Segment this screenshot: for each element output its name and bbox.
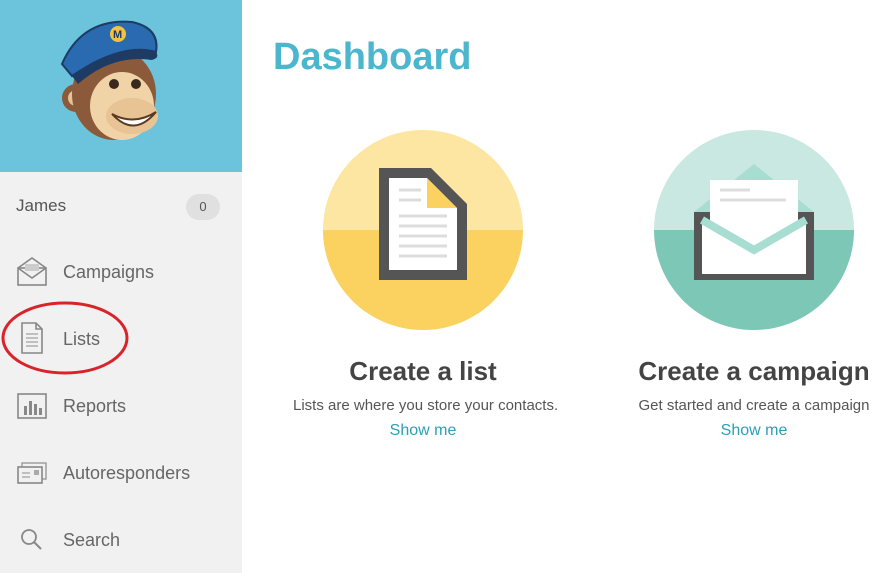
open-envelope-icon[interactable] <box>654 130 854 330</box>
sidebar-item-label: Search <box>63 530 121 550</box>
card-title: Create a list <box>349 356 497 386</box>
chimp-mascot-logo[interactable]: M <box>52 14 172 150</box>
sidebar: M James 0 Campaigns Lists Reports Autore… <box>0 0 242 573</box>
sidebar-item-search[interactable]: Search <box>0 512 242 568</box>
search-icon <box>21 529 42 550</box>
notification-badge[interactable]: 0 <box>186 194 220 220</box>
sidebar-item-label: Reports <box>63 396 127 416</box>
document-icon <box>21 322 43 354</box>
sidebar-item-lists[interactable]: Lists <box>0 311 242 367</box>
card-description: Get started and create a campaign <box>638 397 870 414</box>
sidebar-item-label: Campaigns <box>63 262 155 282</box>
sidebar-item-label: Autoresponders <box>63 463 191 483</box>
bar-chart-icon <box>17 393 47 419</box>
card-description: Lists are where you store your contacts. <box>293 397 559 414</box>
sidebar-item-campaigns[interactable]: Campaigns <box>0 244 242 300</box>
user-row[interactable]: James 0 <box>0 172 242 236</box>
sidebar-item-label: Lists <box>63 329 101 349</box>
stacked-mail-icon <box>17 462 47 484</box>
page-title: Dashboard <box>273 36 472 78</box>
sidebar-item-reports[interactable]: Reports <box>0 378 242 434</box>
card-title: Create a campaign <box>638 356 870 386</box>
envelope-icon <box>17 257 47 286</box>
user-name: James <box>16 196 67 215</box>
create-list-card: Create a list Lists are where you store … <box>293 130 559 440</box>
show-me-link[interactable]: Show me <box>390 422 457 440</box>
list-document-icon[interactable] <box>323 130 523 330</box>
svg-text:M: M <box>113 29 122 41</box>
show-me-link[interactable]: Show me <box>721 422 788 440</box>
sidebar-item-autoresponders[interactable]: Autoresponders <box>0 445 242 501</box>
create-campaign-card: Create a campaign Get started and create… <box>624 130 884 440</box>
logo-header: M <box>0 0 242 172</box>
